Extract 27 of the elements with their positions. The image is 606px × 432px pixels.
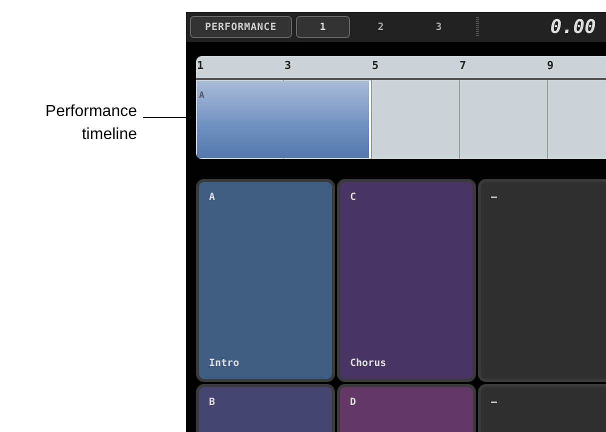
pad[interactable]: – — [478, 384, 606, 432]
clip-label: A — [199, 91, 204, 101]
pad-letter: – — [491, 396, 498, 410]
pad[interactable]: D — [337, 384, 476, 432]
bank-tab[interactable]: 3 — [412, 16, 466, 38]
pad[interactable]: A Intro — [196, 179, 335, 382]
pad-letter: A — [209, 191, 216, 205]
pad-name: Chorus — [350, 357, 388, 371]
pad[interactable]: B — [196, 384, 335, 432]
pad-name: Intro — [209, 357, 240, 371]
bank-tab[interactable]: 1 — [296, 16, 350, 38]
ruler-number: 7 — [460, 60, 466, 71]
pad[interactable]: – — [478, 179, 606, 382]
pad-letter: C — [350, 191, 358, 205]
pad[interactable]: C Chorus — [337, 179, 476, 382]
pad-letter: D — [350, 396, 358, 410]
pad-letter: B — [209, 396, 216, 410]
ruler-number: 5 — [372, 60, 379, 71]
pad-letter: – — [491, 191, 498, 205]
divider-grip-icon — [476, 17, 479, 37]
ruler-number: 1 — [197, 60, 204, 71]
ruler-number: 3 — [284, 60, 292, 71]
time-display: 0.00 — [550, 14, 597, 40]
bank-tab[interactable]: 2 — [354, 16, 408, 38]
performance-button[interactable]: PERFORMANCE — [190, 16, 292, 38]
callout-label: Performance timeline — [44, 102, 137, 145]
ruler-number: 9 — [547, 60, 554, 71]
